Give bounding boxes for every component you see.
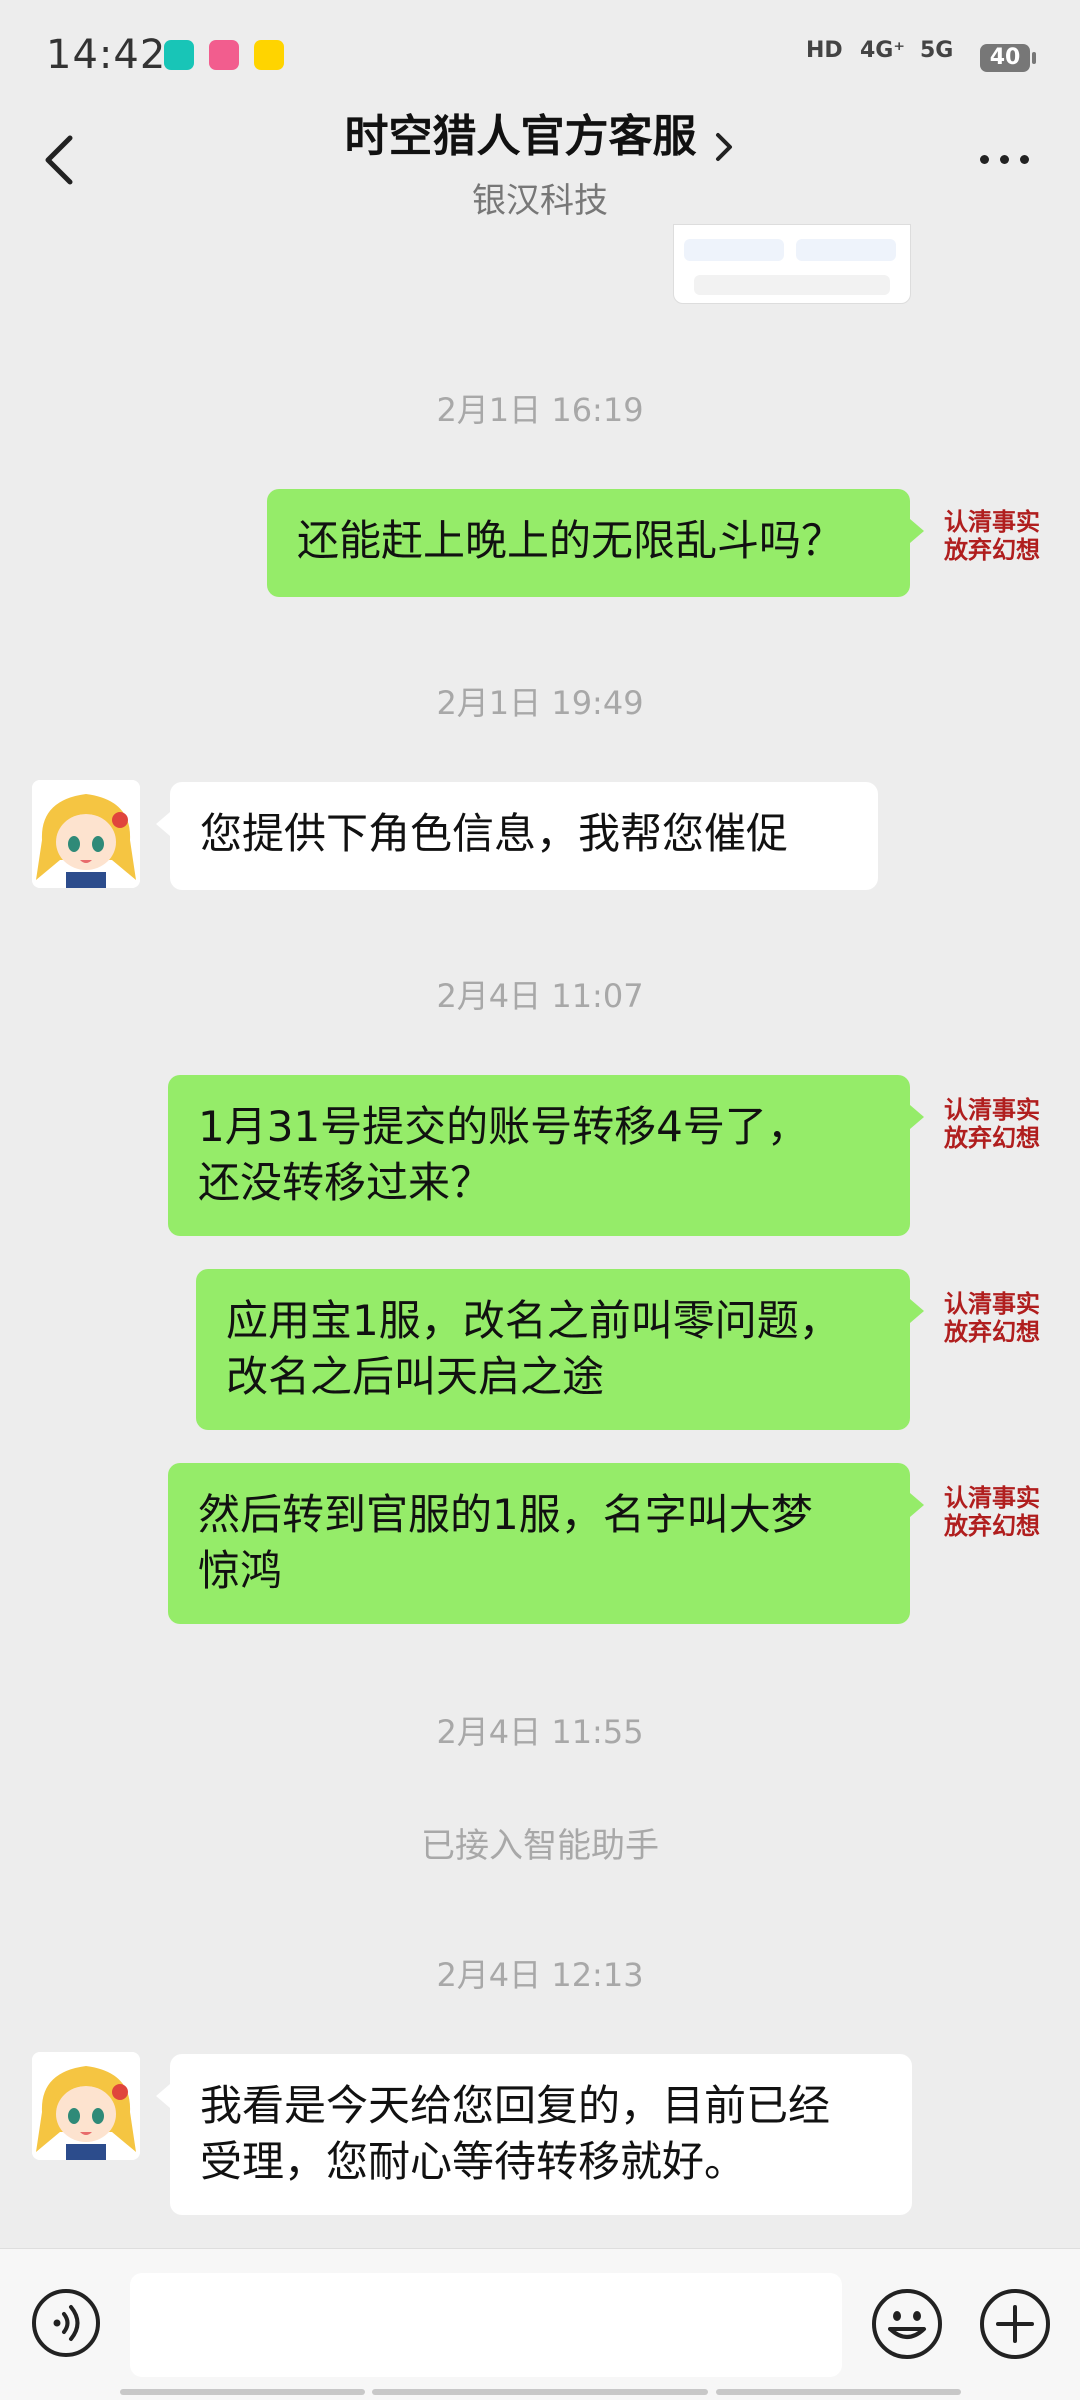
message-input[interactable] [130,2273,842,2377]
outgoing-message[interactable]: 1月31号提交的账号转移4号了， 还没转移过来？ [168,1075,924,1236]
avatar[interactable] [32,780,140,888]
signal-4g-icon: 4G⁺ [860,38,905,63]
chat-title-area[interactable]: 时空猎人官方客服 银汉科技 [200,100,880,222]
gesture-bar [120,2389,365,2395]
avatar[interactable] [32,2052,140,2160]
timestamp: 2月4日 11:07 [436,977,644,1015]
status-time: 14:42 [46,32,167,78]
hd-icon: HD [806,38,843,63]
back-arrow-icon[interactable] [40,130,80,190]
sticker-label: 认清事实 放弃幻想 [944,1290,1040,1346]
timestamp: 2月4日 12:13 [436,1956,644,1994]
more-dots-icon[interactable] [980,155,1030,165]
top-app-icon [164,40,194,70]
gesture-bar [372,2389,708,2395]
emoji-icon[interactable] [870,2287,944,2361]
anime-avatar-icon [32,2052,140,2160]
chat-header: 时空猎人官方客服 银汉科技 [0,100,1080,225]
timestamp: 2月4日 11:55 [436,1713,644,1751]
chat-subtitle: 银汉科技 [472,180,608,221]
outgoing-message[interactable]: 然后转到官服的1服，名字叫大梦 惊鸿 [168,1463,924,1624]
shuaquan-app-icon [254,40,284,70]
signal-5g-icon: 5G [920,38,954,63]
sticker-label: 认清事实 放弃幻想 [944,508,1040,564]
gesture-bar [716,2389,961,2395]
timestamp: 2月1日 16:19 [436,391,644,429]
outgoing-message[interactable]: 还能赶上晚上的无限乱斗吗？ [267,489,924,597]
outgoing-message[interactable]: 应用宝1服，改名之前叫零问题， 改名之后叫天启之途 [196,1269,924,1430]
bilibili-app-icon [209,40,239,70]
chat-screen: 14:42 HD 4G⁺ 5G 40 时空猎人官方客服 银汉科技 2月1日 16… [0,0,1080,2400]
sticker-label: 认清事实 放弃幻想 [944,1096,1040,1152]
image-message-preview[interactable] [673,224,911,304]
anime-avatar-icon [32,780,140,888]
incoming-message[interactable]: 我看是今天给您回复的，目前已经 受理，您耐心等待转移就好。 [156,2054,912,2215]
chevron-right-icon [715,132,732,161]
chat-input-bar [0,2248,1080,2400]
timestamp: 2月1日 19:49 [436,684,644,722]
plus-icon[interactable] [978,2287,1052,2361]
voice-input-icon[interactable] [30,2287,102,2359]
incoming-message[interactable]: 您提供下角色信息，我帮您催促 [156,782,878,890]
battery-icon: 40 [980,44,1036,72]
chat-title: 时空猎人官方客服 [344,111,697,162]
sticker-label: 认清事实 放弃幻想 [944,1484,1040,1540]
system-notice: 已接入智能助手 [421,1826,659,1866]
status-bar: 14:42 HD 4G⁺ 5G 40 [0,0,1080,110]
